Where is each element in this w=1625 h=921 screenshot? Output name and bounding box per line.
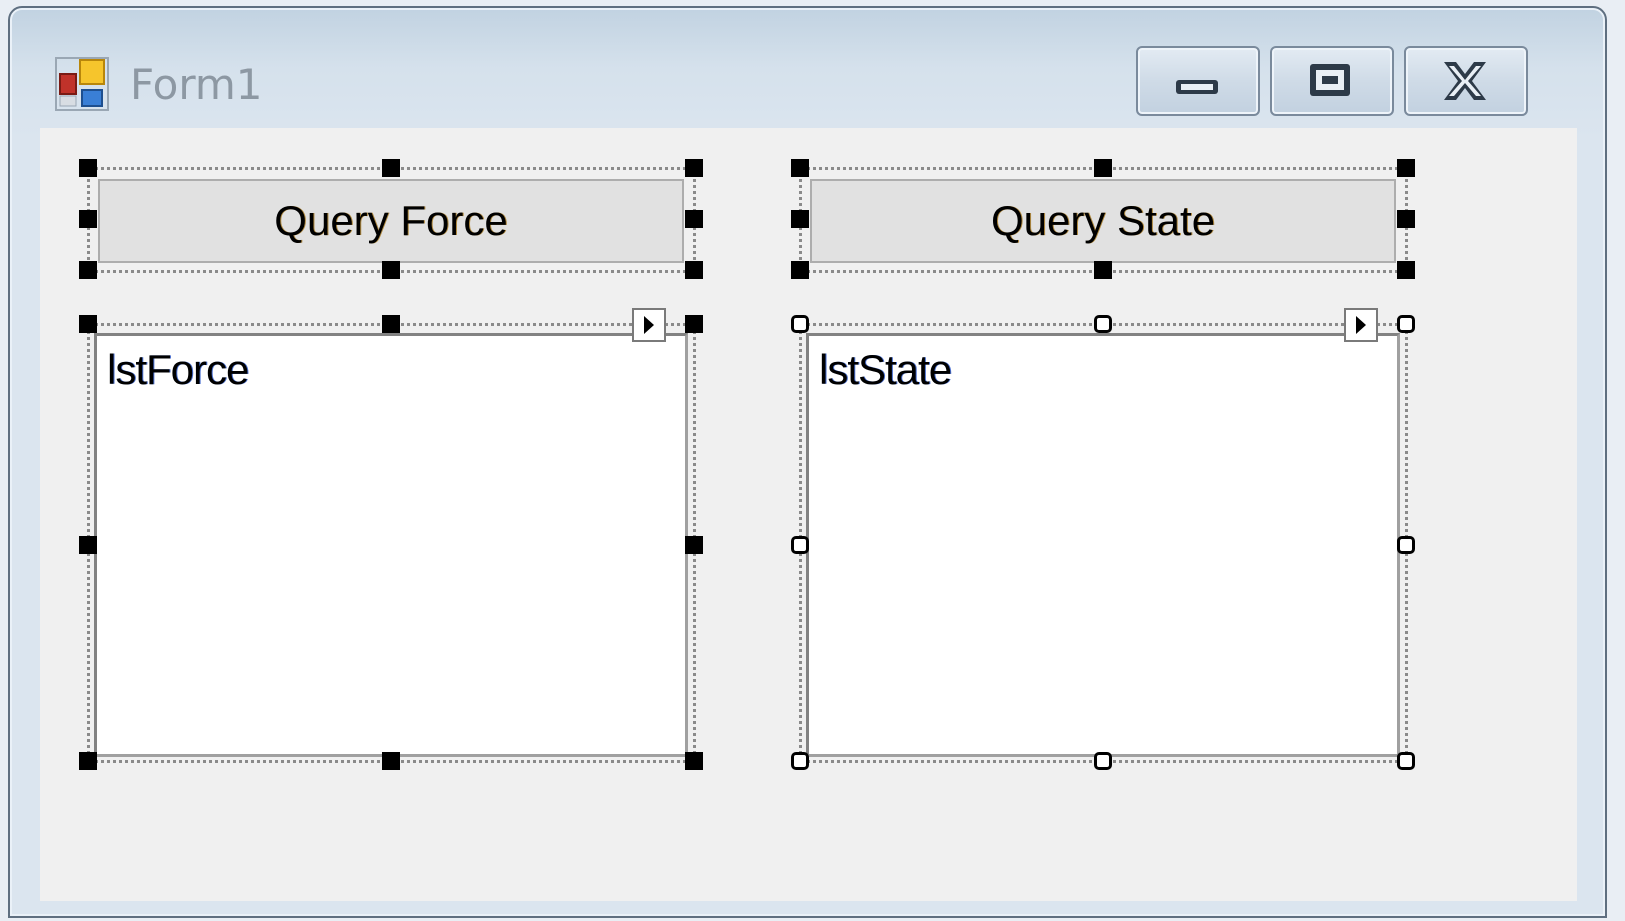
resize-handle-e[interactable]	[1397, 210, 1415, 228]
resize-handle-e[interactable]	[685, 536, 703, 554]
resize-handle-s[interactable]	[382, 261, 400, 279]
form-client-area[interactable]: Query Force Query State lstForce lstStat…	[40, 128, 1577, 901]
smart-tag-arrow-icon[interactable]	[1344, 308, 1378, 342]
close-icon	[1444, 62, 1486, 100]
resize-handle-nw[interactable]	[79, 159, 97, 177]
resize-handle-n[interactable]	[1094, 159, 1112, 177]
resize-handle-w[interactable]	[79, 536, 97, 554]
form-app-icon[interactable]	[54, 56, 110, 112]
listbox-design-name: lstForce	[107, 346, 249, 393]
resize-handle-se[interactable]	[1397, 261, 1415, 279]
query-force-button[interactable]: Query Force	[98, 179, 684, 263]
restore-icon	[1310, 64, 1350, 96]
resize-handle-w[interactable]	[791, 536, 809, 554]
resize-handle-w[interactable]	[79, 210, 97, 228]
resize-handle-n[interactable]	[1094, 315, 1112, 333]
close-button[interactable]	[1404, 46, 1528, 116]
force-listbox[interactable]: lstForce	[94, 333, 688, 757]
minimize-button[interactable]	[1136, 46, 1260, 116]
listbox-design-name: lstState	[819, 346, 952, 393]
resize-handle-e[interactable]	[1397, 536, 1415, 554]
resize-handle-nw[interactable]	[791, 315, 809, 333]
form-window: Form1 Query Force Query State lstForce l…	[8, 6, 1607, 918]
maximize-button[interactable]	[1270, 46, 1394, 116]
minimize-icon	[1176, 80, 1218, 94]
resize-handle-s[interactable]	[1094, 261, 1112, 279]
resize-handle-ne[interactable]	[685, 315, 703, 333]
resize-handle-n[interactable]	[382, 159, 400, 177]
resize-handle-ne[interactable]	[685, 159, 703, 177]
resize-handle-se[interactable]	[685, 261, 703, 279]
resize-handle-ne[interactable]	[1397, 159, 1415, 177]
resize-handle-se[interactable]	[685, 752, 703, 770]
window-title: Form1	[130, 60, 263, 109]
query-state-button[interactable]: Query State	[810, 179, 1396, 263]
resize-handle-e[interactable]	[685, 210, 703, 228]
resize-handle-se[interactable]	[1397, 752, 1415, 770]
resize-handle-sw[interactable]	[791, 752, 809, 770]
state-listbox[interactable]: lstState	[806, 333, 1400, 757]
resize-handle-sw[interactable]	[79, 261, 97, 279]
resize-handle-sw[interactable]	[791, 261, 809, 279]
resize-handle-ne[interactable]	[1397, 315, 1415, 333]
resize-handle-n[interactable]	[382, 315, 400, 333]
resize-handle-w[interactable]	[791, 210, 809, 228]
resize-handle-s[interactable]	[382, 752, 400, 770]
resize-handle-s[interactable]	[1094, 752, 1112, 770]
smart-tag-arrow-icon[interactable]	[632, 308, 666, 342]
resize-handle-nw[interactable]	[79, 315, 97, 333]
resize-handle-sw[interactable]	[79, 752, 97, 770]
resize-handle-nw[interactable]	[791, 159, 809, 177]
